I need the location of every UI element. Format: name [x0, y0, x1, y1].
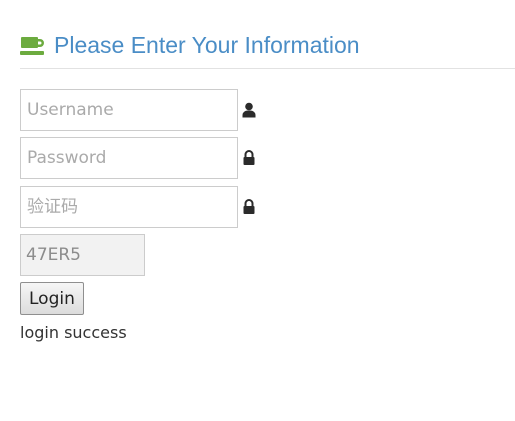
user-icon: [242, 102, 256, 118]
page-header: Please Enter Your Information: [20, 30, 515, 69]
page-title: Please Enter Your Information: [54, 32, 360, 58]
lock-icon: [243, 199, 255, 214]
coffee-cup-icon: [20, 37, 44, 55]
username-input[interactable]: [20, 89, 238, 131]
password-input[interactable]: [20, 137, 238, 179]
captcha-input[interactable]: [20, 186, 238, 228]
lock-icon: [243, 150, 255, 165]
captcha-code[interactable]: 47ER5: [20, 234, 145, 276]
status-message: login success: [20, 323, 127, 342]
login-button[interactable]: Login: [20, 282, 84, 315]
